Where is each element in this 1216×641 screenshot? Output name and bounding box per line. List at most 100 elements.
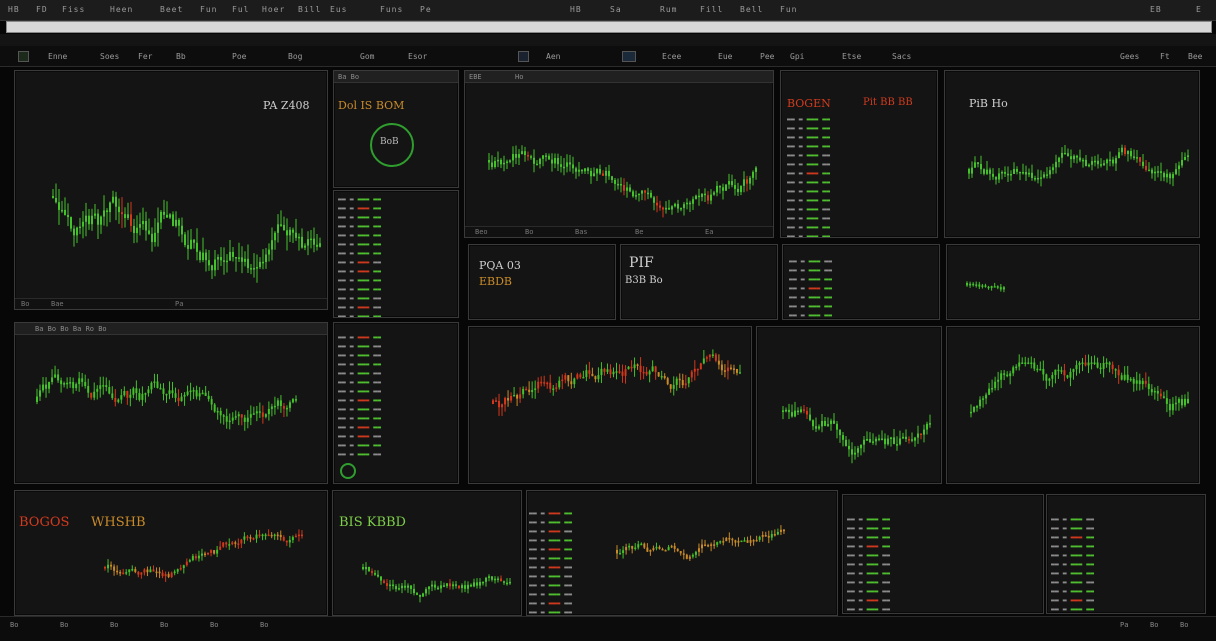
candle-body	[82, 221, 84, 227]
status-item[interactable]: Bo	[1150, 621, 1158, 629]
menu-item[interactable]: Eus	[330, 5, 347, 14]
menu-item[interactable]: Pe	[420, 5, 432, 14]
candle-body	[638, 193, 640, 196]
menu-item[interactable]: Rum	[660, 5, 677, 14]
cell: ▬▬▬	[353, 249, 370, 257]
candle-body	[513, 394, 516, 397]
menu-item[interactable]: Heen	[110, 5, 133, 14]
candle-body	[1004, 171, 1006, 174]
cell: ▬▬▬	[802, 205, 819, 213]
tab[interactable]: Bb	[176, 52, 186, 61]
tab[interactable]: Gpi	[790, 52, 804, 61]
status-item[interactable]: Pa	[1120, 621, 1128, 629]
status-item[interactable]: Bo	[210, 621, 218, 629]
candle-body	[729, 367, 732, 370]
candle-body	[658, 546, 661, 549]
candle-body	[297, 534, 300, 537]
menu-item[interactable]: Fun	[780, 5, 797, 14]
cell: ▬▬▬	[353, 195, 370, 203]
window-icon[interactable]	[518, 51, 529, 62]
tab[interactable]: Ft	[1160, 52, 1170, 61]
tab[interactable]: Gees	[1120, 52, 1139, 61]
tab[interactable]: Bog	[288, 52, 302, 61]
menu-item[interactable]: Bill	[298, 5, 321, 14]
tab[interactable]: Fer	[138, 52, 152, 61]
candle-body	[495, 400, 498, 402]
price-chart[interactable]	[947, 327, 1199, 483]
address-bar[interactable]	[6, 21, 1212, 33]
candle-body	[977, 162, 979, 165]
candle-body	[593, 173, 595, 177]
list-row: ▬▬ ▬ ▬▬▬ ▬▬	[1051, 605, 1094, 613]
menu-item[interactable]: Sa	[610, 5, 622, 14]
status-item[interactable]: Bo	[110, 621, 118, 629]
tab[interactable]: Esor	[408, 52, 427, 61]
price-chart[interactable]	[757, 327, 941, 483]
watchlist[interactable]: ▬▬ ▬ ▬▬▬ ▬▬ ▬▬ ▬ ▬▬▬ ▬▬ ▬▬ ▬ ▬▬▬ ▬▬ ▬▬ ▬ ▬▬…	[787, 115, 830, 237]
candle-body	[600, 368, 603, 376]
tab[interactable]: Enne	[48, 52, 67, 61]
data-table[interactable]: ▬▬ ▬ ▬▬▬ ▬▬ ▬▬ ▬ ▬▬▬ ▬▬ ▬▬ ▬ ▬▬▬ ▬▬ ▬▬ ▬ ▬▬…	[847, 515, 890, 613]
data-table[interactable]: ▬▬ ▬ ▬▬▬ ▬▬ ▬▬ ▬ ▬▬▬ ▬▬ ▬▬ ▬ ▬▬▬ ▬▬ ▬▬ ▬ ▬▬…	[1051, 515, 1094, 613]
menu-item[interactable]: Ful	[232, 5, 249, 14]
candle-body	[985, 394, 988, 399]
price-chart[interactable]	[15, 323, 327, 483]
tab[interactable]: Poe	[232, 52, 246, 61]
candle-body	[395, 586, 397, 590]
menu-item[interactable]: Beet	[160, 5, 183, 14]
tab[interactable]: Sacs	[892, 52, 911, 61]
menu-item[interactable]: E	[1196, 5, 1202, 14]
price-chart[interactable]	[527, 491, 837, 615]
tab[interactable]: Bee	[1188, 52, 1202, 61]
menu-item[interactable]: Funs	[380, 5, 403, 14]
candle-body	[516, 394, 519, 399]
tab[interactable]: Soes	[100, 52, 119, 61]
status-item[interactable]: Bo	[10, 621, 18, 629]
candle-body	[118, 206, 120, 213]
grid-icon[interactable]	[622, 51, 636, 62]
candle-body	[243, 417, 246, 422]
cell: ▬▬	[369, 387, 382, 395]
status-item[interactable]: Bo	[1180, 621, 1188, 629]
cell: ▬▬	[369, 240, 382, 248]
tab[interactable]: Ecee	[662, 52, 681, 61]
menu-item[interactable]: Fiss	[62, 5, 85, 14]
tab[interactable]: Etse	[842, 52, 861, 61]
status-item[interactable]: Bo	[60, 621, 68, 629]
menu-item[interactable]: Fill	[700, 5, 723, 14]
menu-item[interactable]: FD	[36, 5, 48, 14]
order-list[interactable]: ▬▬ ▬ ▬▬▬ ▬▬ ▬▬ ▬ ▬▬▬ ▬▬ ▬▬ ▬ ▬▬▬ ▬▬ ▬▬ ▬ ▬▬…	[338, 195, 382, 317]
candle-body	[1112, 159, 1114, 164]
menu-item[interactable]: HB	[8, 5, 20, 14]
menu-item[interactable]: EB	[1150, 5, 1162, 14]
price-chart[interactable]	[469, 327, 751, 483]
price-chart[interactable]	[333, 491, 521, 615]
candle-body	[628, 545, 631, 548]
status-icon[interactable]	[340, 463, 356, 479]
candle-body	[716, 185, 718, 193]
price-chart[interactable]	[945, 71, 1199, 237]
menu-item[interactable]: HB	[570, 5, 582, 14]
cell: ▬▬ ▬	[338, 423, 354, 431]
tab[interactable]: Eue	[718, 52, 732, 61]
menu-item[interactable]: Bell	[740, 5, 763, 14]
tab[interactable]: Pee	[760, 52, 774, 61]
price-chart[interactable]	[15, 491, 327, 615]
price-chart[interactable]	[947, 245, 1199, 319]
menu-item[interactable]: Fun	[200, 5, 217, 14]
price-chart[interactable]	[15, 71, 327, 309]
app-icon[interactable]	[18, 51, 29, 62]
tab[interactable]: Aen	[546, 52, 560, 61]
candle-body	[265, 254, 267, 263]
watchlist[interactable]: ▬▬ ▬ ▬▬▬ ▬▬ ▬▬ ▬ ▬▬▬ ▬▬ ▬▬ ▬ ▬▬▬ ▬▬ ▬▬ ▬ ▬▬…	[789, 257, 832, 319]
status-item[interactable]: Bo	[260, 621, 268, 629]
status-item[interactable]: Bo	[160, 621, 168, 629]
tab[interactable]: Gom	[360, 52, 374, 61]
candle-body	[219, 410, 222, 416]
menu-item[interactable]: Hoer	[262, 5, 285, 14]
price-chart[interactable]	[465, 71, 773, 237]
candle-body	[996, 286, 999, 288]
candle-body	[1042, 368, 1045, 375]
order-list[interactable]: ▬▬ ▬ ▬▬▬ ▬▬ ▬▬ ▬ ▬▬▬ ▬▬ ▬▬ ▬ ▬▬▬ ▬▬ ▬▬ ▬ ▬▬…	[338, 333, 381, 459]
candle-body	[1003, 373, 1006, 375]
